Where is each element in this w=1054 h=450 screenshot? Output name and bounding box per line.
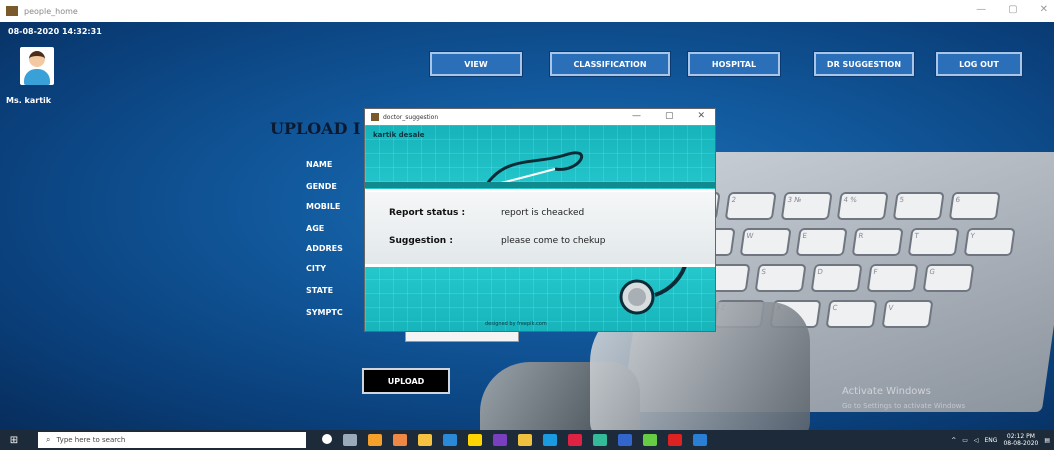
app-icon[interactable] bbox=[518, 434, 532, 446]
app-icon bbox=[6, 6, 18, 16]
key: 4 % bbox=[836, 192, 889, 220]
report-status-label: Report status : bbox=[389, 208, 466, 218]
name-label: NAME bbox=[306, 160, 333, 169]
visual-studio-icon[interactable] bbox=[493, 434, 507, 446]
chevron-up-icon[interactable]: ^ bbox=[951, 437, 956, 444]
key: R bbox=[851, 228, 904, 256]
start-button[interactable]: ⊞ bbox=[0, 430, 28, 450]
report-status-value: report is cheacked bbox=[501, 208, 585, 218]
activate-windows-title: Activate Windows bbox=[842, 386, 931, 397]
app-icon[interactable] bbox=[643, 434, 657, 446]
volume-icon[interactable]: ◁ bbox=[974, 437, 979, 444]
tray-time: 02:12 PM bbox=[1006, 433, 1035, 440]
avatar bbox=[20, 47, 54, 85]
page-heading: UPLOAD I bbox=[270, 119, 361, 138]
app-icon[interactable] bbox=[593, 434, 607, 446]
activate-windows-subtitle: Go to Settings to activate Windows bbox=[842, 402, 966, 410]
key: 3 № bbox=[780, 192, 833, 220]
app-icon[interactable] bbox=[468, 434, 482, 446]
task-view-icon[interactable] bbox=[343, 434, 357, 446]
classification-button[interactable]: CLASSIFICATION bbox=[550, 52, 670, 76]
maximize-button[interactable]: ▢ bbox=[1008, 4, 1017, 15]
key: G bbox=[922, 264, 975, 292]
age-label: AGE bbox=[306, 224, 325, 233]
view-button[interactable]: VIEW bbox=[430, 52, 522, 76]
notification-icon[interactable]: ▤ bbox=[1044, 437, 1050, 444]
doctor-suggestion-dialog: doctor_suggestion — ▢ ✕ kartik desale Re… bbox=[364, 108, 716, 332]
upload-button[interactable]: UPLOAD bbox=[362, 368, 450, 394]
app-icon[interactable] bbox=[368, 434, 382, 446]
dialog-title: doctor_suggestion bbox=[383, 113, 439, 121]
cortana-icon[interactable] bbox=[322, 434, 332, 444]
state-label: STATE bbox=[306, 286, 334, 295]
mobile-label: MOBILE bbox=[306, 202, 341, 211]
key: T bbox=[907, 228, 960, 256]
key: 2 bbox=[724, 192, 777, 220]
suggestion-value: please come to chekup bbox=[501, 236, 606, 246]
acrobat-icon[interactable] bbox=[668, 434, 682, 446]
window-titlebar: people_home — ▢ ✕ bbox=[0, 0, 1054, 22]
key: 6 bbox=[948, 192, 1001, 220]
dialog-titlebar: doctor_suggestion — ▢ ✕ bbox=[365, 109, 715, 125]
close-button[interactable]: ✕ bbox=[1040, 4, 1048, 15]
avatar-head bbox=[29, 51, 45, 67]
tray-clock[interactable]: 02:12 PM 08-08-2020 bbox=[1003, 433, 1038, 447]
key: D bbox=[810, 264, 863, 292]
dialog-window-controls: — ▢ ✕ bbox=[632, 111, 705, 121]
skype-icon[interactable] bbox=[543, 434, 557, 446]
file-explorer-icon[interactable] bbox=[418, 434, 432, 446]
taskbar-apps bbox=[322, 434, 707, 446]
app-icon[interactable] bbox=[618, 434, 632, 446]
key: C bbox=[825, 300, 878, 328]
dialog-body: kartik desale Report status : report is … bbox=[365, 125, 715, 331]
dialog-app-icon bbox=[371, 113, 379, 121]
key: Y bbox=[963, 228, 1016, 256]
gender-label: GENDE bbox=[306, 182, 337, 191]
chrome-icon[interactable] bbox=[393, 434, 407, 446]
key: W bbox=[739, 228, 792, 256]
key: F bbox=[866, 264, 919, 292]
search-icon: ⌕ bbox=[46, 435, 51, 444]
avatar-body bbox=[24, 69, 50, 85]
window-controls: — ▢ ✕ bbox=[976, 4, 1048, 15]
dr-suggestion-button[interactable]: DR SUGGESTION bbox=[814, 52, 914, 76]
network-icon[interactable]: ▭ bbox=[962, 437, 968, 444]
address-label: ADDRES bbox=[306, 244, 343, 253]
panel-strip bbox=[365, 182, 715, 188]
city-label: CITY bbox=[306, 264, 327, 273]
minimize-button[interactable]: — bbox=[976, 4, 986, 15]
dialog-minimize-button[interactable]: — bbox=[632, 111, 641, 121]
report-panel: Report status : report is cheacked Sugge… bbox=[365, 182, 715, 267]
suggestion-label: Suggestion : bbox=[389, 236, 453, 246]
app-icon[interactable] bbox=[693, 434, 707, 446]
system-tray: ^ ▭ ◁ ENG 02:12 PM 08-08-2020 ▤ bbox=[951, 433, 1050, 447]
key: 5 bbox=[892, 192, 945, 220]
credit-text: designed by freepik.com bbox=[485, 321, 547, 327]
search-placeholder: Type here to search bbox=[56, 436, 126, 444]
edge-icon[interactable] bbox=[443, 434, 457, 446]
dialog-close-button[interactable]: ✕ bbox=[697, 111, 705, 121]
taskbar-search[interactable]: ⌕ Type here to search bbox=[38, 432, 306, 448]
powerpoint-icon[interactable] bbox=[568, 434, 582, 446]
dialog-maximize-button[interactable]: ▢ bbox=[665, 111, 674, 121]
key: E bbox=[795, 228, 848, 256]
app-window: people_home — ▢ ✕ 1 2 3 № 4 % 5 6 Q W E … bbox=[0, 0, 1054, 450]
hospital-button[interactable]: HOSPITAL bbox=[688, 52, 780, 76]
tray-language[interactable]: ENG bbox=[985, 437, 998, 444]
taskbar: ⊞ ⌕ Type here to search ^ ▭ ◁ ENG 02:12 … bbox=[0, 430, 1054, 450]
logout-button[interactable]: LOG OUT bbox=[936, 52, 1022, 76]
username-label: Ms. kartik bbox=[6, 96, 52, 105]
symptom-label: SYMPTC bbox=[306, 308, 343, 317]
key: S bbox=[754, 264, 807, 292]
datetime-label: 08-08-2020 14:32:31 bbox=[8, 27, 102, 36]
key: V bbox=[881, 300, 934, 328]
window-title: people_home bbox=[24, 6, 78, 16]
patient-name: kartik desale bbox=[373, 131, 425, 139]
tray-date: 08-08-2020 bbox=[1003, 440, 1039, 447]
